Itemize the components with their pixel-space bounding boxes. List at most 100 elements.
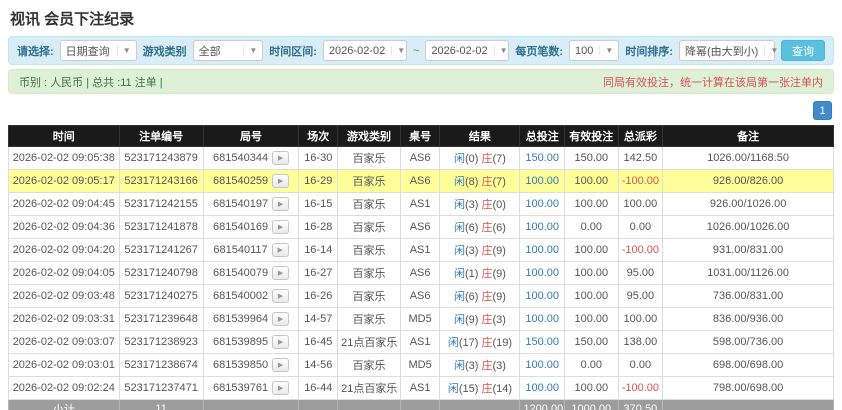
cell-result: 闲(3) 庄(3) (440, 354, 520, 377)
result-banker-label: 庄 (481, 153, 492, 165)
cell-total-bet[interactable]: 100.00 (520, 193, 565, 216)
date-to-select[interactable]: 2026-02-02 ▼ (425, 40, 509, 61)
table-row[interactable]: 2026-02-02 09:05:17523171243166681540259… (9, 170, 834, 193)
round-number: 681540002 (213, 290, 268, 302)
table-row[interactable]: 2026-02-02 09:05:38523171243879681540344… (9, 147, 834, 170)
cell-table-no: AS1 (400, 377, 440, 400)
video-replay-icon[interactable]: ▶ (272, 266, 289, 280)
result-player-label: 闲 (454, 153, 465, 165)
cell-result: 闲(9) 庄(3) (440, 308, 520, 331)
result-player-score: (3) (465, 245, 482, 257)
video-replay-icon[interactable]: ▶ (272, 312, 289, 326)
result-player-label: 闲 (448, 383, 459, 395)
date-from-select[interactable]: 2026-02-02 ▼ (323, 40, 407, 61)
video-replay-icon[interactable]: ▶ (272, 358, 289, 372)
result-banker-score: (3) (492, 314, 505, 326)
page-size-select[interactable]: 100 ▼ (569, 40, 619, 61)
filter-bar: 请选择: 日期查询 ▼ 游戏类别 全部 ▼ 时间区间: 2026-02-02 ▼… (8, 36, 834, 65)
table-row[interactable]: 2026-02-02 09:03:48523171240275681540002… (9, 285, 834, 308)
cell-table-no: AS6 (400, 262, 440, 285)
cell-payout: 138.00 (618, 331, 663, 354)
game-type-select[interactable]: 全部 ▼ (193, 40, 264, 61)
cell-table-no: MD5 (400, 308, 440, 331)
cell-remark: 736.00/831.00 (663, 285, 834, 308)
table-row[interactable]: 2026-02-02 09:04:05523171240798681540079… (9, 262, 834, 285)
cell-table-no: AS6 (400, 147, 440, 170)
cell-total-bet[interactable]: 100.00 (520, 308, 565, 331)
cell-time: 2026-02-02 09:05:17 (9, 170, 120, 193)
result-player-score: (8) (465, 176, 482, 188)
cell-result: 闲(6) 庄(9) (440, 285, 520, 308)
cell-bet-id: 523171243166 (119, 170, 203, 193)
video-replay-icon[interactable]: ▶ (272, 243, 289, 257)
sort-select[interactable]: 降幂(由大到小) ▼ (679, 40, 775, 61)
cell-payout: 142.50 (618, 147, 663, 170)
query-button[interactable]: 查询 (781, 40, 825, 61)
cell-payout: 95.00 (618, 285, 663, 308)
table-row[interactable]: 2026-02-02 09:03:31523171239648681539964… (9, 308, 834, 331)
cell-remark: 698.00/698.00 (663, 354, 834, 377)
round-number: 681540344 (213, 152, 268, 164)
cell-result: 闲(1) 庄(9) (440, 262, 520, 285)
round-number: 681539761 (213, 382, 268, 394)
cell-time: 2026-02-02 09:04:05 (9, 262, 120, 285)
cell-total-bet[interactable]: 100.00 (520, 262, 565, 285)
result-player-label: 闲 (454, 245, 465, 257)
footer-count: 11 (119, 400, 203, 410)
table-row[interactable]: 2026-02-02 09:02:24523171237471681539761… (9, 377, 834, 400)
result-player-score: (0) (465, 153, 482, 165)
cell-game-type: 百家乐 (338, 285, 401, 308)
cell-total-bet[interactable]: 100.00 (520, 354, 565, 377)
round-number: 681540169 (213, 221, 268, 233)
cell-game-type: 21点百家乐 (338, 377, 401, 400)
cell-table-no: AS1 (400, 193, 440, 216)
cell-game-type: 百家乐 (338, 193, 401, 216)
cell-total-bet[interactable]: 150.00 (520, 331, 565, 354)
cell-round-id: 681539964▶ (203, 308, 299, 331)
query-type-select[interactable]: 日期查询 ▼ (60, 40, 137, 61)
video-replay-icon[interactable]: ▶ (272, 174, 289, 188)
cell-total-bet[interactable]: 100.00 (520, 216, 565, 239)
cell-remark: 836.00/936.00 (663, 308, 834, 331)
cell-total-bet[interactable]: 100.00 (520, 170, 565, 193)
result-banker-score: (6) (492, 222, 505, 234)
footer-payout: 370.50 (618, 400, 663, 410)
cell-total-bet[interactable]: 100.00 (520, 285, 565, 308)
betting-records-page: 视讯 会员下注纪录 请选择: 日期查询 ▼ 游戏类别 全部 ▼ 时间区间: 20… (0, 0, 842, 410)
table-row[interactable]: 2026-02-02 09:03:07523171238923681539895… (9, 331, 834, 354)
cell-total-bet[interactable]: 100.00 (520, 377, 565, 400)
video-replay-icon[interactable]: ▶ (272, 220, 289, 234)
cell-table-no: AS1 (400, 331, 440, 354)
video-replay-icon[interactable]: ▶ (272, 381, 289, 395)
video-replay-icon[interactable]: ▶ (272, 335, 289, 349)
cell-total-bet[interactable]: 100.00 (520, 239, 565, 262)
cell-remark: 1031.00/1126.00 (663, 262, 834, 285)
cell-time: 2026-02-02 09:03:01 (9, 354, 120, 377)
cell-valid-bet: 100.00 (564, 377, 618, 400)
column-header: 有效投注 (564, 126, 618, 147)
table-row[interactable]: 2026-02-02 09:03:01523171238674681539850… (9, 354, 834, 377)
result-player-label: 闲 (454, 176, 465, 188)
round-number: 681539850 (213, 359, 268, 371)
video-replay-icon[interactable]: ▶ (272, 151, 289, 165)
cell-time: 2026-02-02 09:04:36 (9, 216, 120, 239)
video-replay-icon[interactable]: ▶ (272, 197, 289, 211)
cell-payout: -100.00 (618, 170, 663, 193)
cell-valid-bet: 150.00 (564, 147, 618, 170)
footer-total-bet: 1200.00 (520, 400, 565, 410)
table-row[interactable]: 2026-02-02 09:04:20523171241267681540117… (9, 239, 834, 262)
cell-time: 2026-02-02 09:03:07 (9, 331, 120, 354)
cell-game-type: 百家乐 (338, 147, 401, 170)
chevron-down-icon: ▼ (494, 46, 508, 55)
table-row[interactable]: 2026-02-02 09:04:45523171242155681540197… (9, 193, 834, 216)
video-replay-icon[interactable]: ▶ (272, 289, 289, 303)
chevron-down-icon: ▼ (391, 46, 405, 55)
cell-table-no: MD5 (400, 354, 440, 377)
cell-result: 闲(3) 庄(0) (440, 193, 520, 216)
result-banker-label: 庄 (481, 245, 492, 257)
notice-text: 同局有效投注，统一计算在该局第一张注单内 (603, 74, 823, 90)
page-1-button[interactable]: 1 (813, 101, 832, 120)
cell-total-bet[interactable]: 150.00 (520, 147, 565, 170)
cell-payout: 100.00 (618, 308, 663, 331)
table-row[interactable]: 2026-02-02 09:04:36523171241878681540169… (9, 216, 834, 239)
